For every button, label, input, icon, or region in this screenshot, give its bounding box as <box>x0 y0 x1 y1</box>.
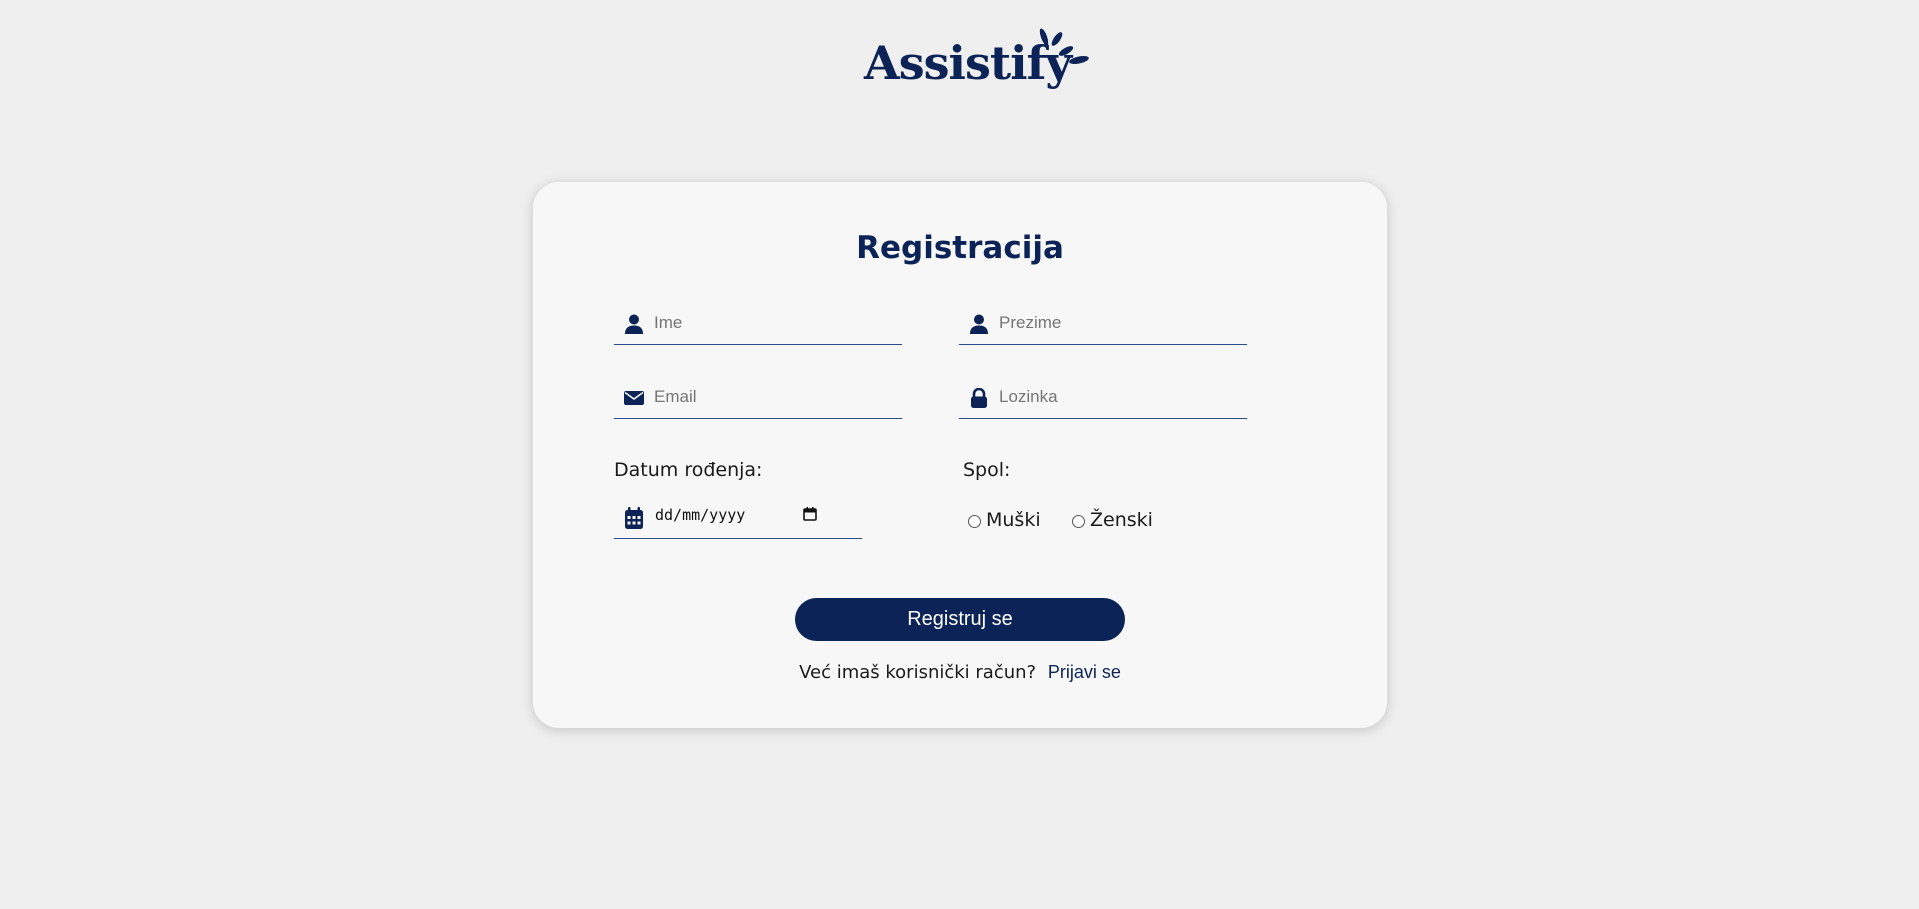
last-name-field <box>959 300 1247 345</box>
registration-card: Registracija Datum rođenja: <box>533 182 1387 728</box>
first-name-field <box>614 300 902 345</box>
logo-rays-icon <box>1039 28 1089 65</box>
login-prompt-text: Već imaš korisnički račun? <box>799 662 1037 683</box>
email-input[interactable] <box>654 384 894 410</box>
register-button[interactable]: Registruj se <box>795 598 1125 641</box>
user-icon <box>970 314 988 334</box>
birthdate-input[interactable]: dd/mm/yyyy <box>655 506 745 524</box>
calendar-picker-icon[interactable] <box>802 506 818 522</box>
password-input[interactable] <box>999 384 1239 410</box>
calendar-icon <box>625 507 643 529</box>
page-title: Registracija <box>856 230 1064 266</box>
gender-label: Spol: <box>963 459 1011 481</box>
envelope-icon <box>624 391 644 405</box>
email-field <box>614 374 902 419</box>
logo: Assistify <box>864 26 1094 96</box>
last-name-input[interactable] <box>999 310 1239 336</box>
first-name-input[interactable] <box>654 310 894 336</box>
lock-icon <box>971 388 987 408</box>
login-link[interactable]: Prijavi se <box>1048 662 1121 682</box>
radio-button-female[interactable] <box>1072 515 1085 528</box>
password-field <box>959 374 1247 419</box>
gender-option-label: Ženski <box>1090 509 1153 531</box>
birthdate-label: Datum rođenja: <box>614 459 763 481</box>
gender-option-label: Muški <box>986 509 1041 531</box>
login-prompt: Već imaš korisnički račun? Prijavi se <box>533 662 1387 683</box>
birthdate-field[interactable]: dd/mm/yyyy <box>614 494 862 539</box>
user-icon <box>625 314 643 334</box>
radio-button-male[interactable] <box>968 515 981 528</box>
